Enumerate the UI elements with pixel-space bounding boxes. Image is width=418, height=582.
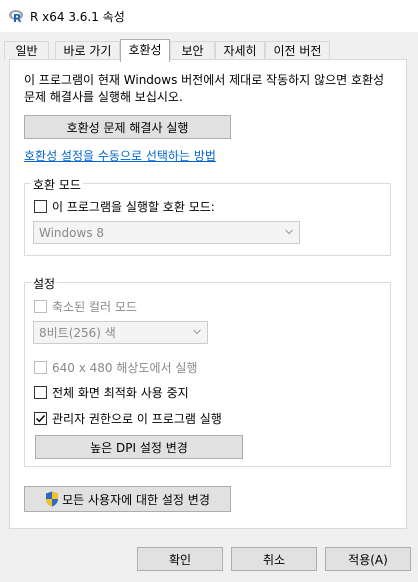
reduced-color-checkbox[interactable] bbox=[34, 300, 47, 313]
title-bar: R R x64 3.6.1 속성 bbox=[0, 0, 418, 32]
compat-os-selected-value: Windows 8 bbox=[39, 225, 105, 240]
svg-text:R: R bbox=[13, 12, 22, 24]
tab-previous-versions[interactable]: 이전 버전 bbox=[265, 41, 330, 60]
run-as-admin-label: 관리자 권한으로 이 프로그램 실행 bbox=[52, 412, 222, 426]
tab-security[interactable]: 보안 bbox=[170, 41, 215, 60]
tab-details[interactable]: 자세히 bbox=[215, 41, 265, 60]
compat-os-select[interactable]: Windows 8 bbox=[33, 221, 300, 244]
tab-strip: 일반 바로 가기 호환성 보안 자세히 이전 버전 bbox=[0, 32, 418, 62]
reduced-color-label: 축소된 컬러 모드 bbox=[52, 300, 137, 314]
run-as-admin-row[interactable]: 관리자 권한으로 이 프로그램 실행 bbox=[34, 410, 222, 427]
checkmark-icon bbox=[36, 415, 46, 423]
disable-fullscreen-row[interactable]: 전체 화면 최적화 사용 중지 bbox=[34, 384, 189, 401]
compat-mode-checkbox-label: 이 프로그램을 실행할 호환 모드: bbox=[52, 200, 215, 214]
disable-fullscreen-label: 전체 화면 최적화 사용 중지 bbox=[52, 386, 189, 400]
settings-group-label: 설정 bbox=[31, 275, 58, 292]
res-640-checkbox[interactable] bbox=[34, 361, 47, 374]
tab-shortcut[interactable]: 바로 가기 bbox=[55, 41, 120, 60]
tab-general[interactable]: 일반 bbox=[4, 41, 49, 60]
compat-mode-group-label: 호환 모드 bbox=[31, 176, 83, 193]
all-users-settings-button[interactable]: 모든 사용자에 대한 설정 변경 bbox=[24, 486, 231, 512]
cancel-button[interactable]: 취소 bbox=[231, 547, 317, 571]
high-dpi-button[interactable]: 높은 DPI 설정 변경 bbox=[35, 435, 243, 459]
chevron-down-icon bbox=[193, 329, 201, 334]
apply-button[interactable]: 적용(A) bbox=[325, 547, 411, 571]
res-640-label: 640 x 480 해상도에서 실행 bbox=[52, 361, 198, 375]
all-users-settings-label: 모든 사용자에 대한 설정 변경 bbox=[62, 492, 210, 507]
color-depth-selected-value: 8비트(256) 색 bbox=[39, 326, 116, 340]
r-app-icon: R bbox=[9, 10, 23, 24]
run-troubleshooter-button[interactable]: 호환성 문제 해결사 실행 bbox=[24, 115, 231, 139]
window-title: R x64 3.6.1 속성 bbox=[30, 10, 125, 24]
compat-mode-checkbox-row[interactable]: 이 프로그램을 실행할 호환 모드: bbox=[34, 198, 215, 215]
compat-description: 이 프로그램이 현재 Windows 버전에서 제대로 작동하지 않으면 호환성… bbox=[24, 73, 385, 104]
manual-settings-link[interactable]: 호환성 설정을 수동으로 선택하는 방법 bbox=[24, 147, 216, 164]
ok-button[interactable]: 확인 bbox=[137, 547, 223, 571]
compat-mode-group bbox=[24, 183, 391, 256]
run-as-admin-checkbox[interactable] bbox=[34, 412, 47, 425]
compat-mode-checkbox[interactable] bbox=[34, 200, 47, 213]
tab-compatibility[interactable]: 호환성 bbox=[120, 39, 170, 62]
reduced-color-row[interactable]: 축소된 컬러 모드 bbox=[34, 298, 137, 315]
chevron-down-icon bbox=[285, 229, 293, 234]
res-640-row[interactable]: 640 x 480 해상도에서 실행 bbox=[34, 359, 197, 376]
disable-fullscreen-checkbox[interactable] bbox=[34, 386, 47, 399]
uac-shield-icon bbox=[46, 491, 59, 507]
color-depth-select[interactable]: 8비트(256) 색 bbox=[33, 321, 208, 344]
